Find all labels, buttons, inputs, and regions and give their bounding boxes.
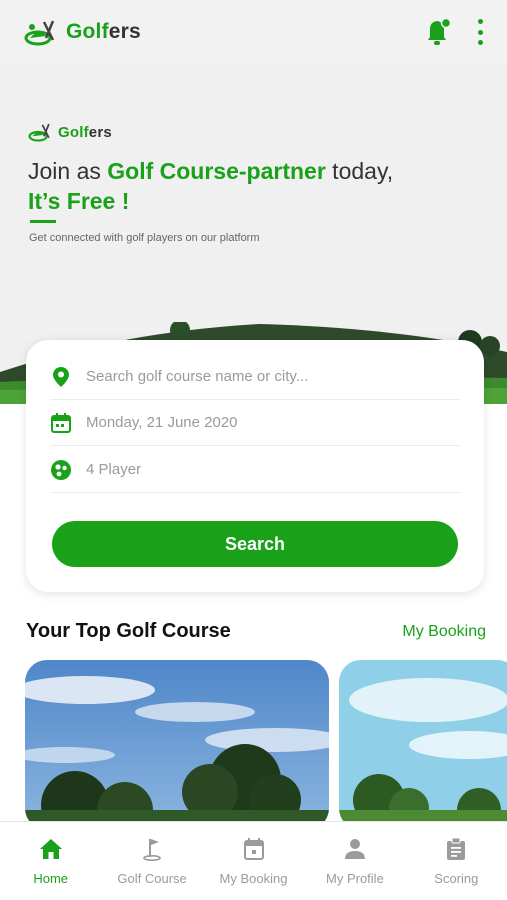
calendar-icon bbox=[241, 836, 267, 862]
person-icon bbox=[342, 836, 368, 862]
banner-subtitle: Get connected with golf players on our p… bbox=[29, 232, 260, 244]
players-icon bbox=[50, 459, 72, 481]
nav-golf-course[interactable]: Golf Course bbox=[101, 822, 202, 900]
top-courses-header: Your Top Golf Course My Booking bbox=[26, 620, 486, 643]
date-value: Monday, 21 June 2020 bbox=[86, 414, 238, 431]
course-photo bbox=[25, 660, 329, 830]
bottom-navigation: Home Golf Course My Booking My Profile S… bbox=[0, 821, 507, 900]
date-field[interactable]: Monday, 21 June 2020 bbox=[50, 400, 460, 446]
bell-icon bbox=[428, 17, 452, 45]
nav-label: My Booking bbox=[219, 871, 288, 886]
flag-icon bbox=[139, 836, 165, 862]
course-card[interactable] bbox=[25, 660, 329, 830]
app-logo: Golfers bbox=[24, 18, 141, 46]
banner-underline bbox=[30, 220, 56, 223]
calendar-icon bbox=[50, 412, 72, 434]
nav-my-booking[interactable]: My Booking bbox=[203, 822, 304, 900]
players-field[interactable]: 4 Player bbox=[50, 447, 460, 493]
golfer-logo-icon bbox=[28, 123, 50, 142]
course-photo bbox=[339, 660, 507, 830]
location-search-placeholder: Search golf course name or city... bbox=[86, 368, 309, 385]
home-icon bbox=[38, 836, 64, 862]
section-title: Your Top Golf Course bbox=[26, 620, 231, 642]
more-options-button[interactable] bbox=[475, 19, 485, 45]
nav-my-profile[interactable]: My Profile bbox=[304, 822, 405, 900]
app-logo-text: Golfers bbox=[66, 20, 141, 43]
nav-scoring[interactable]: Scoring bbox=[406, 822, 507, 900]
course-card[interactable] bbox=[339, 660, 507, 830]
players-value: 4 Player bbox=[86, 461, 142, 478]
banner-logo: Golfers bbox=[28, 122, 112, 142]
banner-logo-text: Golfers bbox=[58, 123, 112, 141]
banner-title: Join as Golf Course-partner today, It’s … bbox=[28, 158, 394, 214]
app-bar: Golfers bbox=[0, 0, 507, 64]
nav-home[interactable]: Home bbox=[0, 822, 101, 900]
nav-label: Scoring bbox=[434, 871, 479, 886]
search-card: Search golf course name or city... Monda… bbox=[26, 340, 484, 592]
location-search-field[interactable]: Search golf course name or city... bbox=[50, 354, 460, 400]
golfer-logo-icon bbox=[24, 20, 55, 46]
notification-bell-button[interactable] bbox=[423, 16, 453, 48]
location-pin-icon bbox=[50, 366, 72, 388]
nav-label: Home bbox=[33, 871, 69, 886]
search-button[interactable]: Search bbox=[52, 521, 458, 567]
nav-label: My Profile bbox=[326, 871, 384, 886]
my-booking-link[interactable]: My Booking bbox=[402, 623, 486, 641]
nav-label: Golf Course bbox=[117, 871, 187, 886]
clipboard-icon bbox=[443, 836, 469, 862]
